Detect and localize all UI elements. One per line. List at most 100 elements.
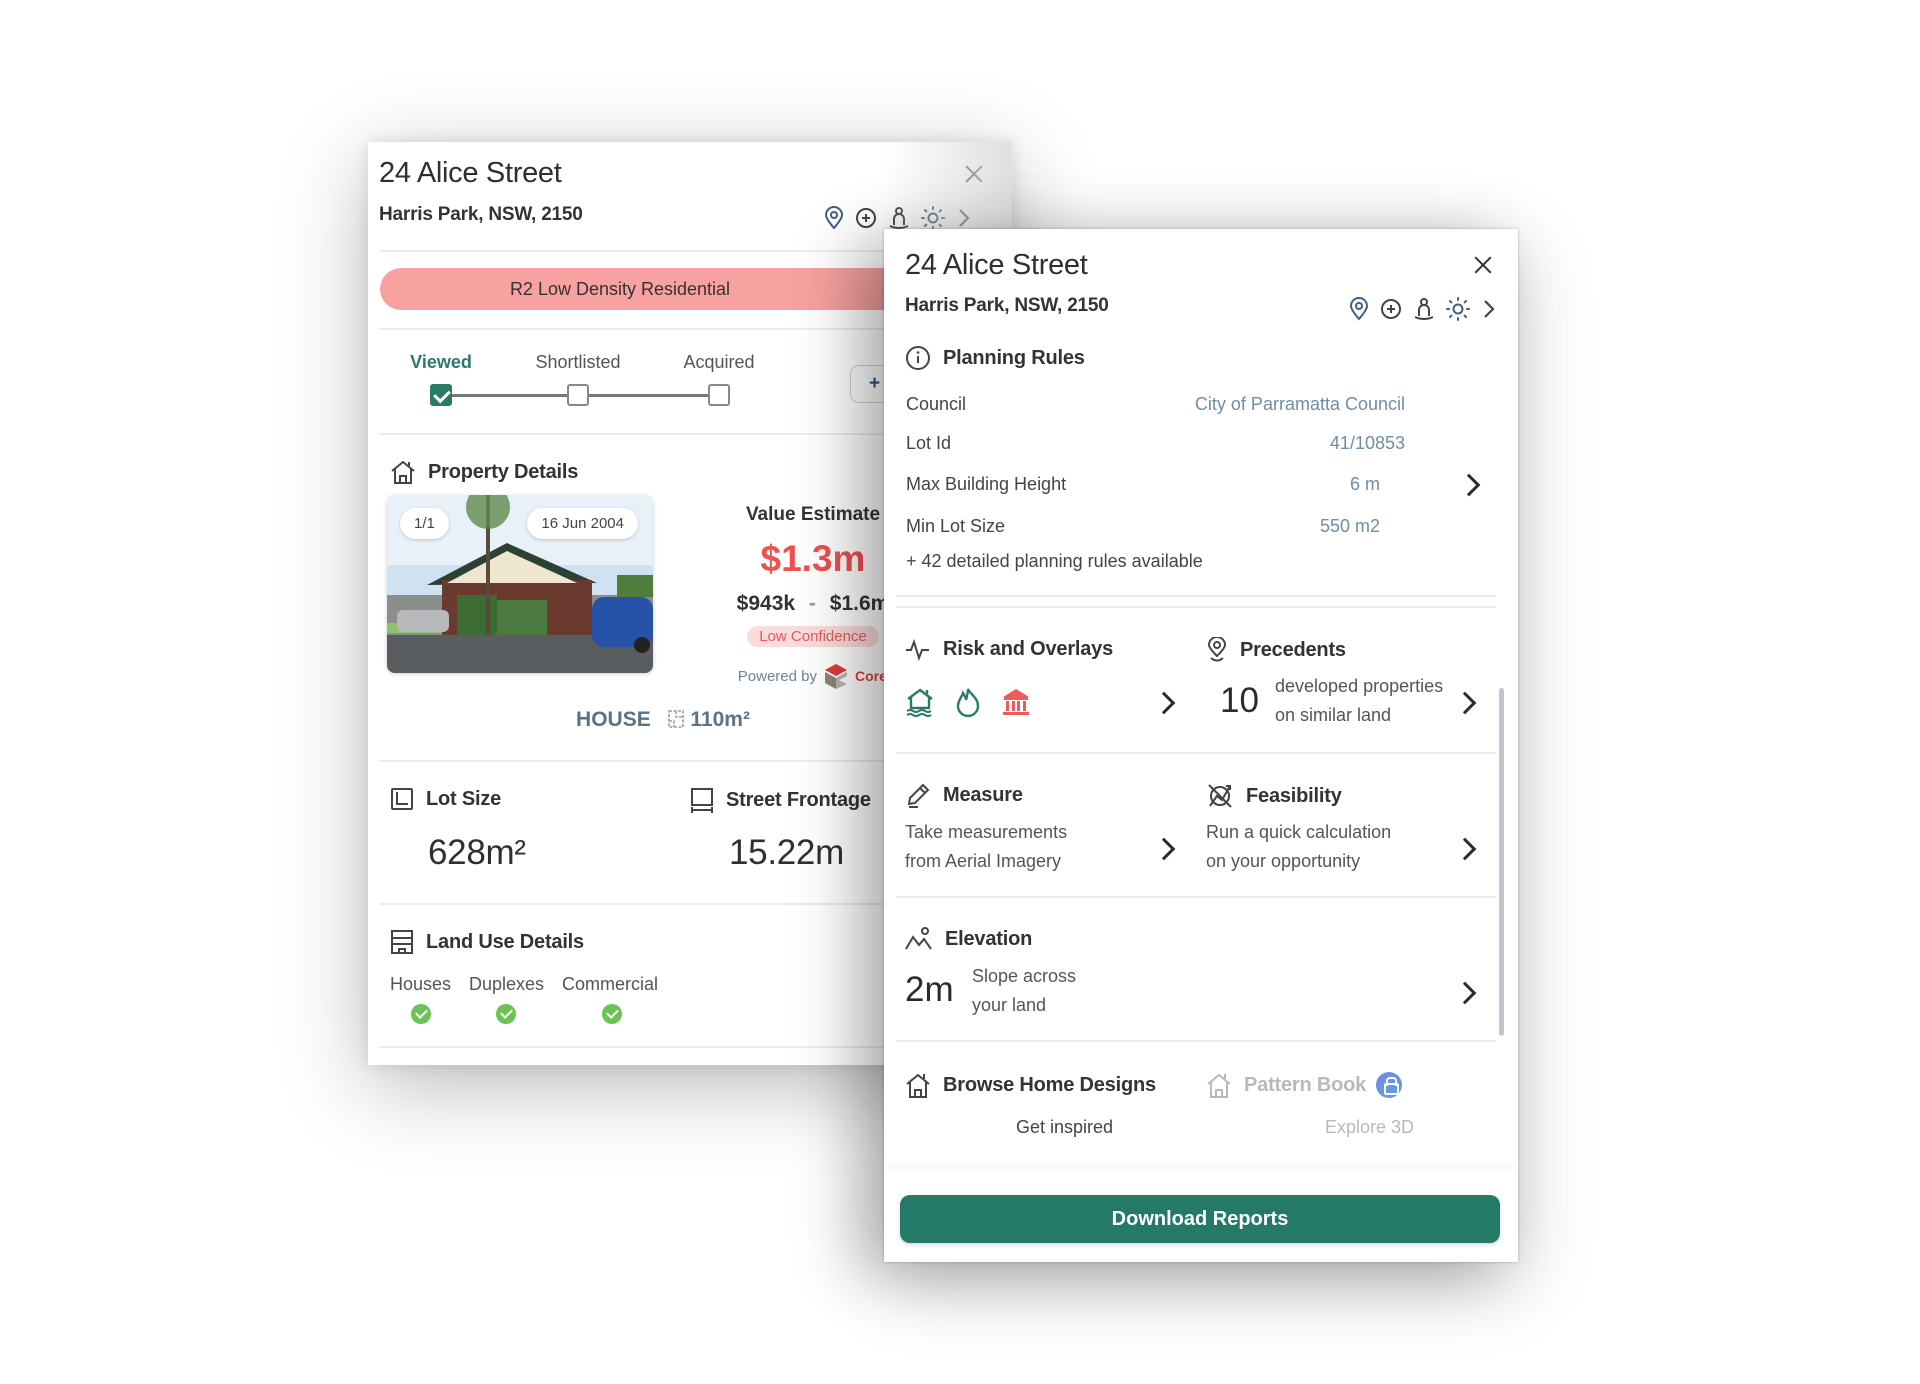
rule-label-min-lot-size: Min Lot Size <box>906 516 1006 536</box>
confidence-badge: Low Confidence <box>747 626 879 647</box>
feasibility-chevron-icon[interactable] <box>1453 837 1477 861</box>
land-use-icon <box>391 930 413 954</box>
panel-title: 24 Alice Street <box>905 249 1088 281</box>
stage-checkbox-shortlisted[interactable] <box>567 384 589 406</box>
header-icon-row <box>824 206 972 230</box>
lot-size-icon <box>391 788 413 810</box>
location-marker-icon <box>1207 637 1227 662</box>
pattern-book-title: Pattern Book <box>1244 1073 1367 1096</box>
pattern-book-header[interactable]: Pattern Book <box>1206 1071 1403 1099</box>
person-icon[interactable] <box>888 206 910 230</box>
precedents-chevron-icon[interactable] <box>1453 691 1477 715</box>
sun-icon[interactable] <box>921 206 945 230</box>
precedents-line-1: developed properties <box>1275 676 1444 696</box>
powered-by-label: Powered by <box>737 667 817 685</box>
browse-home-designs-subtitle: Get inspired <box>1016 1117 1114 1137</box>
person-icon[interactable] <box>1413 297 1435 321</box>
feasibility-line-1: Run a quick calculation <box>1206 822 1392 842</box>
stage-label-shortlisted: Shortlisted <box>535 352 621 372</box>
risk-overlays-header[interactable]: Risk and Overlays <box>905 637 1113 661</box>
measure-line-1: Take measurements <box>905 822 1068 842</box>
photo-date: 16 Jun 2004 <box>527 508 638 539</box>
feasibility-header[interactable]: Feasibility <box>1206 782 1342 810</box>
value-range-high: $1.6m <box>829 592 890 615</box>
rule-label-max-height: Max Building Height <box>906 474 1067 494</box>
location-pin-icon[interactable] <box>1349 297 1369 321</box>
bushfire-icon[interactable] <box>955 687 981 717</box>
property-photo[interactable]: 1/1 16 Jun 2004 <box>387 495 653 673</box>
rule-value-max-height: 6 m <box>1349 474 1380 494</box>
elevation-line-1: Slope across <box>972 966 1077 986</box>
elevation-line-2: your land <box>972 995 1047 1015</box>
measure-description: Take measurements from Aerial Imagery <box>905 818 1067 876</box>
planning-rules-chevron-icon[interactable] <box>1457 473 1481 497</box>
pattern-book-subtitle: Explore 3D <box>1325 1117 1415 1137</box>
street-frontage-icon <box>691 788 713 813</box>
stage-checkbox-acquired[interactable] <box>708 384 730 406</box>
elevation-title: Elevation <box>945 927 1033 950</box>
land-use-item-commercial: Commercial <box>562 974 659 994</box>
zoning-label: R2 Low Density Residential <box>509 278 731 299</box>
planning-rules-header[interactable]: Planning Rules <box>905 345 1085 371</box>
measure-header[interactable]: Measure <box>905 782 1023 808</box>
risk-overlays-title: Risk and Overlays <box>943 637 1114 660</box>
pencil-icon <box>907 783 930 808</box>
house-icon <box>391 460 415 484</box>
action-footer: Download Reports <box>884 1169 1518 1262</box>
house-icon <box>1207 1073 1231 1098</box>
stage-label-acquired: Acquired <box>683 352 755 372</box>
elevation-value: 2m <box>905 970 954 1009</box>
property-details-title: Property Details <box>428 460 579 483</box>
risk-icon-row <box>905 687 1031 717</box>
divider <box>896 752 1496 754</box>
street-frontage-value: 15.22m <box>729 833 844 872</box>
precedents-description: developed properties on similar land <box>1275 672 1443 730</box>
value-range-separator: - <box>808 592 816 615</box>
close-button[interactable] <box>1472 254 1494 276</box>
property-type-row: HOUSE 110m² <box>368 708 958 732</box>
heritage-icon[interactable] <box>1001 687 1031 717</box>
close-button[interactable] <box>963 163 985 185</box>
precedents-header[interactable]: Precedents <box>1206 637 1346 663</box>
download-reports-button[interactable]: Download Reports <box>900 1195 1500 1243</box>
add-circle-icon[interactable] <box>1380 298 1402 320</box>
more-rules-link[interactable]: + 42 detailed planning rules available <box>906 551 1203 572</box>
divider <box>896 896 1496 898</box>
browse-home-designs-title: Browse Home Designs <box>943 1073 1156 1096</box>
panel-address: Harris Park, NSW, 2150 <box>905 295 1109 316</box>
elevation-chevron-icon[interactable] <box>1453 981 1477 1005</box>
precedents-count: 10 <box>1220 681 1259 720</box>
land-use-item-duplexes: Duplexes <box>469 974 545 994</box>
measure-title: Measure <box>943 783 1023 806</box>
property-type: HOUSE <box>576 708 651 731</box>
divider <box>896 1040 1496 1042</box>
flood-icon[interactable] <box>905 687 935 717</box>
rule-label-lot-id: Lot Id <box>906 433 952 453</box>
land-use-header: Land Use Details <box>390 929 584 955</box>
risk-overlays-chevron-icon[interactable] <box>1152 691 1176 715</box>
stage-checkbox-viewed[interactable] <box>430 384 452 406</box>
measure-chevron-icon[interactable] <box>1152 837 1176 861</box>
divider <box>896 606 1496 608</box>
stage-label-viewed: Viewed <box>410 352 472 372</box>
floor-area: 110m² <box>690 708 750 731</box>
rule-label-council: Council <box>906 394 967 414</box>
feasibility-title: Feasibility <box>1246 784 1342 807</box>
chevron-right-icon[interactable] <box>1481 298 1497 320</box>
measure-line-2: from Aerial Imagery <box>905 851 1062 871</box>
elevation-icon <box>905 927 932 950</box>
location-pin-icon[interactable] <box>824 206 844 230</box>
chevron-right-icon[interactable] <box>956 207 972 229</box>
rule-value-min-lot-size: 550 m2 <box>1319 516 1380 536</box>
photo-counter: 1/1 <box>400 508 449 539</box>
rule-value-council: City of Parramatta Council <box>1194 394 1405 414</box>
sun-icon[interactable] <box>1446 297 1470 321</box>
elevation-header[interactable]: Elevation <box>905 927 1032 951</box>
scrollbar[interactable] <box>1499 688 1504 1036</box>
lot-size-header: Lot Size <box>390 787 501 811</box>
house-icon <box>906 1073 930 1098</box>
lot-size-value: 628m² <box>428 833 526 872</box>
land-use-item-houses: Houses <box>390 974 452 994</box>
add-circle-icon[interactable] <box>855 207 877 229</box>
browse-home-designs-header[interactable]: Browse Home Designs <box>905 1071 1156 1099</box>
